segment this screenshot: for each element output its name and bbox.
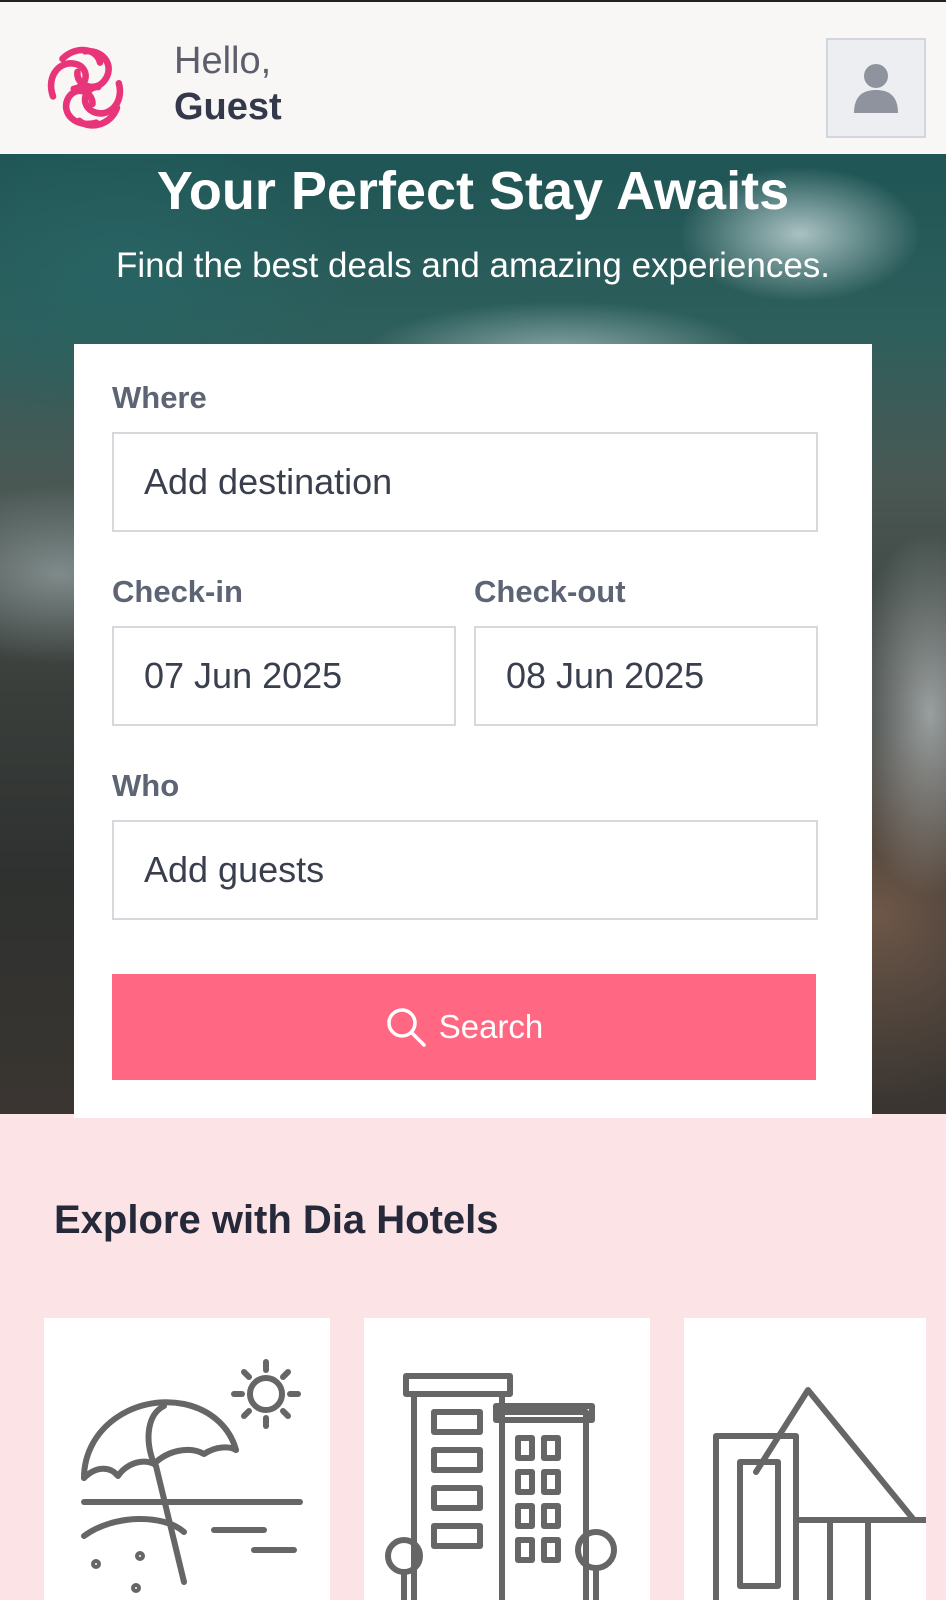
who-label: Who — [112, 768, 180, 803]
hero-title: Your Perfect Stay Awaits — [156, 161, 790, 221]
explore-tile-city[interactable] — [364, 1318, 650, 1600]
explore-tile-beach[interactable] — [44, 1318, 330, 1600]
explore-tile-house[interactable] — [684, 1318, 926, 1600]
cabin-house-icon — [713, 1387, 926, 1600]
checkin-label: Check-in — [112, 574, 243, 609]
where-label: Where — [112, 380, 207, 415]
search-button[interactable]: Search — [112, 974, 816, 1080]
city-buildings-icon — [385, 1373, 617, 1600]
checkout-label: Check-out — [474, 574, 626, 609]
search-card: Where Add destination Check-in 07 Jun 20… — [74, 344, 872, 1118]
profile-button[interactable] — [826, 38, 926, 138]
beach-umbrella-icon — [81, 1359, 303, 1593]
greeting-text: Hello, — [174, 40, 272, 82]
pink-knot-logo[interactable] — [38, 38, 132, 136]
guests-input[interactable]: Add guests — [112, 820, 818, 920]
search-icon — [386, 1008, 426, 1047]
checkin-field[interactable]: 07 Jun 2025 — [112, 626, 456, 726]
app-header: Hello, Guest — [0, 2, 946, 154]
greeting: Hello, Guest — [174, 38, 282, 130]
user-icon — [854, 64, 898, 113]
hero-subtitle: Find the best deals and amazing experien… — [115, 246, 831, 285]
search-button-label: Search — [438, 1008, 544, 1045]
destination-input[interactable]: Add destination — [112, 432, 818, 532]
checkout-field[interactable]: 08 Jun 2025 — [474, 626, 818, 726]
explore-title: Explore with Dia Hotels — [54, 1198, 499, 1242]
username-text: Guest — [174, 86, 282, 128]
